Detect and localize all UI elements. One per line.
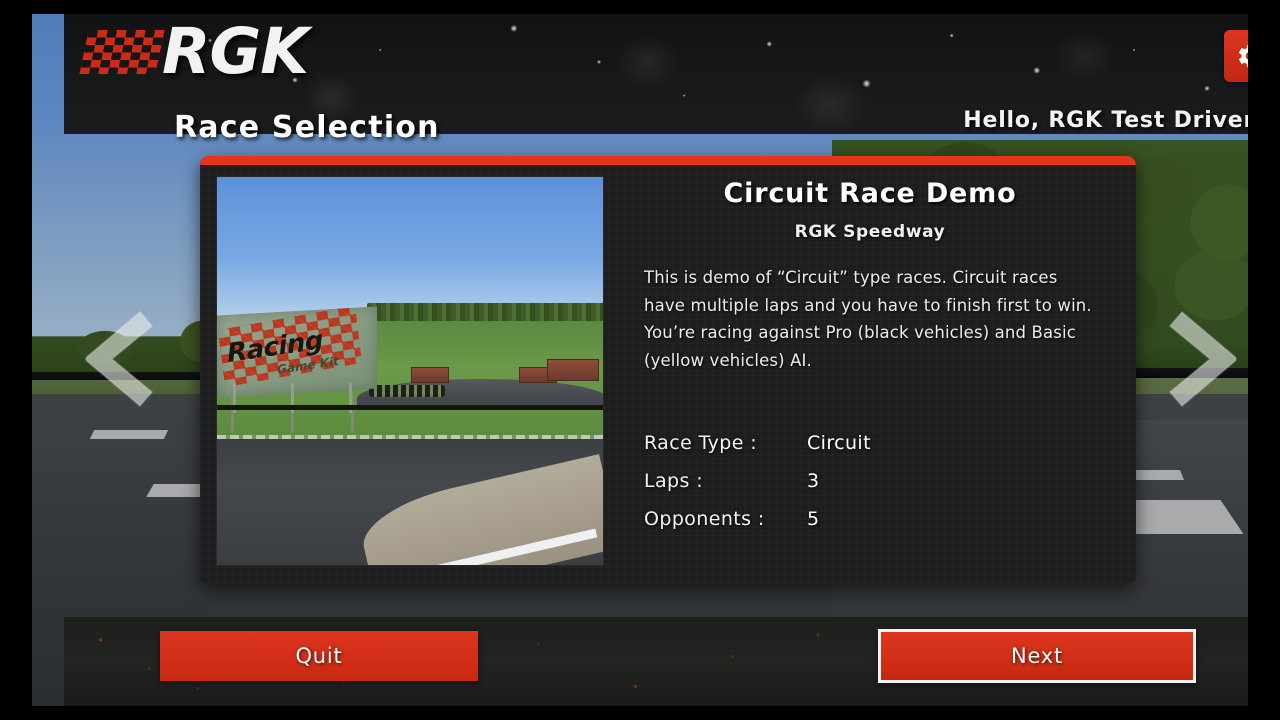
race-info-column: Circuit Race Demo RGK Speedway This is d… [620,174,1120,574]
previous-race-button[interactable] [78,306,160,412]
race-description: This is demo of “Circuit” type races. Ci… [644,268,1092,370]
preview-fence [217,405,603,410]
letterbox-right [1248,0,1280,720]
quit-button[interactable]: Quit [160,631,478,681]
spec-value: Circuit [807,432,871,454]
spec-label: Laps : [644,470,704,492]
spec-label: Opponents : [644,508,765,530]
spec-row-race-type: Race Type : Circuit [644,432,1084,454]
page-title: Race Selection [174,110,440,145]
race-track-name: RGK Speedway [794,222,946,242]
brand-name: RGK [162,15,309,88]
spec-label: Race Type : [644,432,758,454]
card-accent-bar [200,156,1136,165]
settings-button[interactable] [1224,30,1248,82]
letterbox-bottom [0,706,1280,720]
checkered-flag-icon [79,29,165,74]
game-screen: RGK Race Selection Hello, RGK Test Drive… [0,0,1280,720]
preview-trackside-sign [411,367,449,383]
next-button[interactable]: Next [878,629,1196,683]
logo: RGK [79,15,309,88]
letterbox-top [0,0,1280,14]
next-race-button[interactable] [1162,306,1244,412]
chevron-left-icon [85,311,153,407]
gear-icon [1239,44,1248,68]
header-bar: RGK Race Selection Hello, RGK Test Drive… [64,14,1248,145]
spec-row-opponents: Opponents : 5 [644,508,1084,530]
spec-row-laps: Laps : 3 [644,470,1084,492]
preview-trackside-sign [547,359,599,381]
spec-value: 3 [807,470,820,492]
track-preview-image: Racing Game Kit [216,176,604,566]
spec-value: 5 [807,508,820,530]
game-viewport: RGK Race Selection Hello, RGK Test Drive… [32,0,1248,706]
chevron-right-icon [1169,311,1237,407]
letterbox-left [0,0,32,720]
bottom-action-bar: Quit Next [64,617,1248,706]
race-specs-list: Race Type : Circuit Laps : 3 Opponents :… [644,432,1084,546]
preview-billboard: Racing Game Kit [217,306,377,398]
race-detail-card: Racing Game Kit Circuit Race Demo RGK Sp… [200,156,1136,584]
preview-sky [217,177,603,323]
race-title: Circuit Race Demo [723,178,1017,209]
user-greeting: Hello, RGK Test Driver! [963,108,1248,133]
preview-tire-barrier [369,385,445,397]
